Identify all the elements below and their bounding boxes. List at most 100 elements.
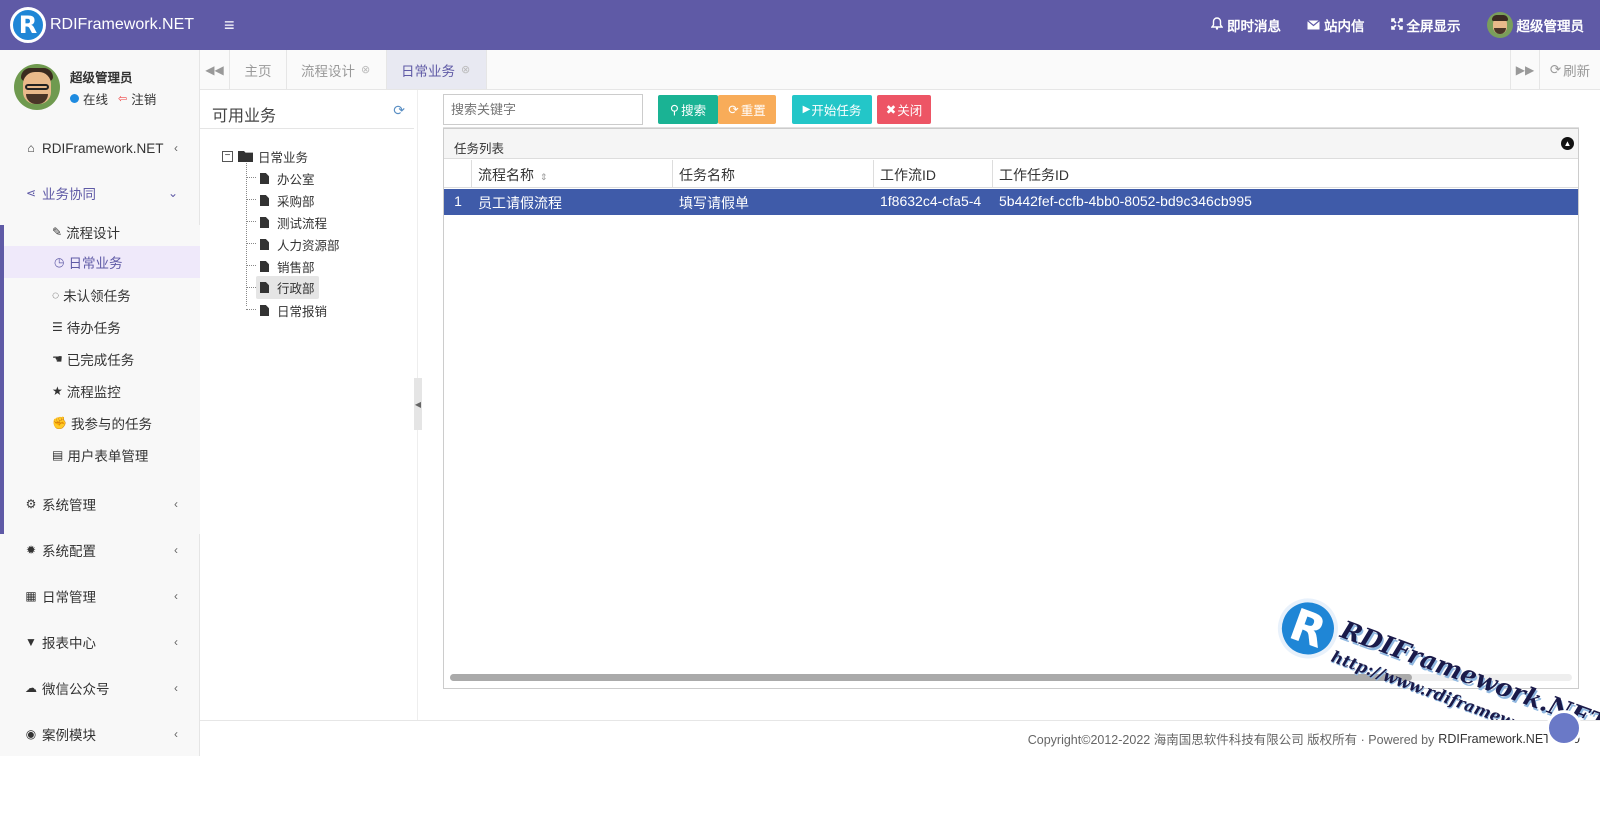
sidebar-item-system-config[interactable]: ✹ 系统配置 ‹ bbox=[0, 538, 200, 562]
menu-toggle-icon[interactable]: ≡ bbox=[224, 15, 235, 36]
sidebar: 超级管理员 在线 ⇦ 注销 ⌂ RDIFramework.NET ‹ ⋖ 业务协… bbox=[0, 50, 200, 756]
eye-icon: ◉ bbox=[25, 727, 37, 741]
bell-icon bbox=[1210, 17, 1224, 33]
panel-collapse-handle[interactable]: ◀ bbox=[414, 378, 422, 430]
tree-node-sales[interactable]: 销售部 bbox=[260, 257, 315, 276]
file-icon bbox=[260, 282, 269, 293]
site-mail-button[interactable]: 站内信 bbox=[1307, 15, 1365, 35]
sidebar-item-rdiframework[interactable]: ⌂ RDIFramework.NET ‹ bbox=[0, 136, 200, 160]
column-header-workflow-id[interactable]: 工作流ID bbox=[874, 160, 993, 188]
file-icon bbox=[260, 195, 269, 206]
tree-node-label: 采购部 bbox=[277, 195, 315, 209]
tree-root[interactable]: − 日常业务 bbox=[222, 147, 308, 166]
refresh-button[interactable]: ⟳ 刷新 bbox=[1540, 50, 1600, 89]
sidebar-item-label: 系统配置 bbox=[42, 544, 96, 559]
close-icon[interactable]: ⊗ bbox=[461, 63, 470, 76]
chevron-left-icon: ‹ bbox=[174, 497, 178, 511]
app-logo[interactable]: R RDIFramework.NET bbox=[0, 0, 200, 50]
sort-icon[interactable]: ⇕ bbox=[540, 172, 548, 182]
chevron-left-icon: ‹ bbox=[174, 543, 178, 557]
sidebar-subitem-label: 已完成任务 bbox=[66, 353, 135, 368]
fullscreen-label: 全屏显示 bbox=[1406, 19, 1461, 34]
sidebar-subitem-label: 我参与的任务 bbox=[70, 417, 152, 432]
tree-node-label: 日常报销 bbox=[277, 305, 328, 319]
tab-bar: ◀◀ 主页 流程设计 ⊗ 日常业务 ⊗ ▶▶ ⟳ 刷新 bbox=[200, 50, 1600, 90]
sidebar-item-label: 业务协同 bbox=[42, 187, 96, 202]
column-header-task-name[interactable]: 任务名称 bbox=[673, 160, 874, 188]
sidebar-subitem-process-design[interactable]: ✎ 流程设计 bbox=[52, 220, 120, 244]
sidebar-subitem-user-forms[interactable]: ▤ 用户表单管理 bbox=[52, 443, 148, 467]
share-icon: ⋖ bbox=[25, 186, 37, 200]
refresh-icon: ⟳ bbox=[1549, 61, 1562, 77]
tab-scroll-left-icon[interactable]: ◀◀ bbox=[200, 50, 230, 89]
gears-icon: ⚙ bbox=[25, 497, 37, 511]
circle-notch-icon: ◌ bbox=[52, 288, 60, 302]
start-task-button-label: 开始任务 bbox=[811, 104, 862, 118]
sidebar-item-label: 微信公众号 bbox=[42, 682, 110, 697]
row-number: 1 bbox=[454, 193, 462, 209]
tree-node-label: 行政部 bbox=[277, 282, 315, 296]
sidebar-item-daily-management[interactable]: ▦ 日常管理 ‹ bbox=[0, 584, 200, 608]
sidebar-subitem-label: 未认领任务 bbox=[63, 289, 131, 304]
column-header-flow-name[interactable]: 流程名称 ⇕ bbox=[472, 160, 673, 188]
tree-node-label: 销售部 bbox=[277, 261, 315, 275]
top-navbar: R RDIFramework.NET ≡ 即时消息 站内信 全屏显示 超级管理员 bbox=[0, 0, 1600, 50]
sidebar-subitem-daily-business[interactable]: ◷ 日常业务 bbox=[4, 246, 200, 278]
tree-node-test-process[interactable]: 测试流程 bbox=[260, 213, 327, 232]
sidebar-item-system-management[interactable]: ⚙ 系统管理 ‹ bbox=[0, 492, 200, 516]
sidebar-subitem-process-monitor[interactable]: ★ 流程监控 bbox=[52, 379, 121, 403]
avatar bbox=[14, 64, 60, 110]
user-menu[interactable]: 超级管理员 bbox=[1486, 12, 1584, 38]
reset-button[interactable]: ⟳ 重置 bbox=[718, 95, 776, 124]
sidebar-subitem-label: 流程设计 bbox=[66, 226, 121, 241]
collapse-panel-icon[interactable]: ▲ bbox=[1561, 137, 1574, 150]
sidebar-item-business[interactable]: ⋖ 业务协同 ⌄ bbox=[0, 181, 200, 205]
tab-process-design[interactable]: 流程设计 ⊗ bbox=[287, 50, 387, 89]
sidebar-item-examples[interactable]: ◉ 案例模块 ‹ bbox=[0, 722, 200, 746]
refresh-icon[interactable]: ⟳ bbox=[393, 102, 405, 119]
close-icon[interactable]: ⊗ bbox=[361, 63, 370, 76]
sidebar-subitem-todo-tasks[interactable]: ☰ 待办任务 bbox=[52, 315, 121, 339]
sidebar-item-wechat[interactable]: ☁ 微信公众号 ‹ bbox=[0, 676, 200, 700]
fullscreen-button[interactable]: 全屏显示 bbox=[1390, 15, 1461, 35]
online-status: 在线 bbox=[83, 93, 109, 107]
tree-node-administration[interactable]: 行政部 bbox=[256, 276, 319, 299]
file-icon bbox=[260, 173, 269, 184]
start-task-button[interactable]: ▶ 开始任务 bbox=[792, 95, 872, 124]
tree-node-label: 测试流程 bbox=[277, 217, 328, 231]
tree-node-daily-expense[interactable]: 日常报销 bbox=[260, 301, 327, 320]
tab-label: 流程设计 bbox=[301, 63, 355, 79]
hand-rock-icon: ✊ bbox=[52, 416, 67, 430]
app-title: RDIFramework.NET bbox=[50, 16, 195, 33]
tab-home[interactable]: 主页 bbox=[230, 50, 287, 89]
online-status-icon bbox=[70, 94, 79, 103]
calendar-icon: ▦ bbox=[25, 589, 37, 603]
search-input[interactable] bbox=[443, 94, 643, 125]
sidebar-subitem-label: 用户表单管理 bbox=[67, 449, 149, 464]
search-button[interactable]: ⚲ 搜索 bbox=[658, 95, 718, 124]
logout-link[interactable]: 注销 bbox=[131, 89, 156, 108]
wechat-icon: ☁ bbox=[25, 681, 37, 695]
chat-bubble-icon[interactable] bbox=[1546, 710, 1582, 746]
tree-node-hr[interactable]: 人力资源部 bbox=[260, 235, 340, 254]
filter-icon: ▼ bbox=[25, 635, 37, 649]
cell-flow-name: 员工请假流程 bbox=[478, 195, 562, 211]
cell-task-name: 填写请假单 bbox=[679, 195, 749, 211]
chevron-left-icon: ‹ bbox=[174, 589, 178, 603]
table-row[interactable]: 1 员工请假流程 填写请假单 1f8632c4-cfa5-4 5b442fef-… bbox=[444, 189, 1578, 215]
tree-node-purchasing[interactable]: 采购部 bbox=[260, 191, 315, 210]
sidebar-item-report-center[interactable]: ▼ 报表中心 ‹ bbox=[0, 630, 200, 654]
task-list-grid: 任务列表 ▲ 流程名称 ⇕ 任务名称 工作流ID 工作任务ID 1 员工请假流程… bbox=[443, 128, 1579, 689]
logout-icon[interactable]: ⇦ bbox=[118, 92, 127, 105]
sidebar-subitem-unclaimed-tasks[interactable]: ◌ 未认领任务 bbox=[52, 283, 131, 307]
sidebar-subitem-completed-tasks[interactable]: ☚ 已完成任务 bbox=[52, 347, 134, 371]
chevron-left-icon: ‹ bbox=[174, 141, 178, 155]
tab-daily-business[interactable]: 日常业务 ⊗ bbox=[387, 50, 487, 89]
column-header-task-id[interactable]: 工作任务ID bbox=[993, 160, 1578, 188]
instant-message-button[interactable]: 即时消息 bbox=[1210, 15, 1281, 35]
tree-node-office[interactable]: 办公室 bbox=[260, 169, 315, 188]
collapse-icon[interactable]: − bbox=[222, 151, 233, 162]
close-button[interactable]: ✖ 关闭 bbox=[877, 95, 931, 124]
tab-scroll-right-icon[interactable]: ▶▶ bbox=[1510, 50, 1540, 89]
sidebar-subitem-my-tasks[interactable]: ✊ 我参与的任务 bbox=[52, 411, 152, 435]
